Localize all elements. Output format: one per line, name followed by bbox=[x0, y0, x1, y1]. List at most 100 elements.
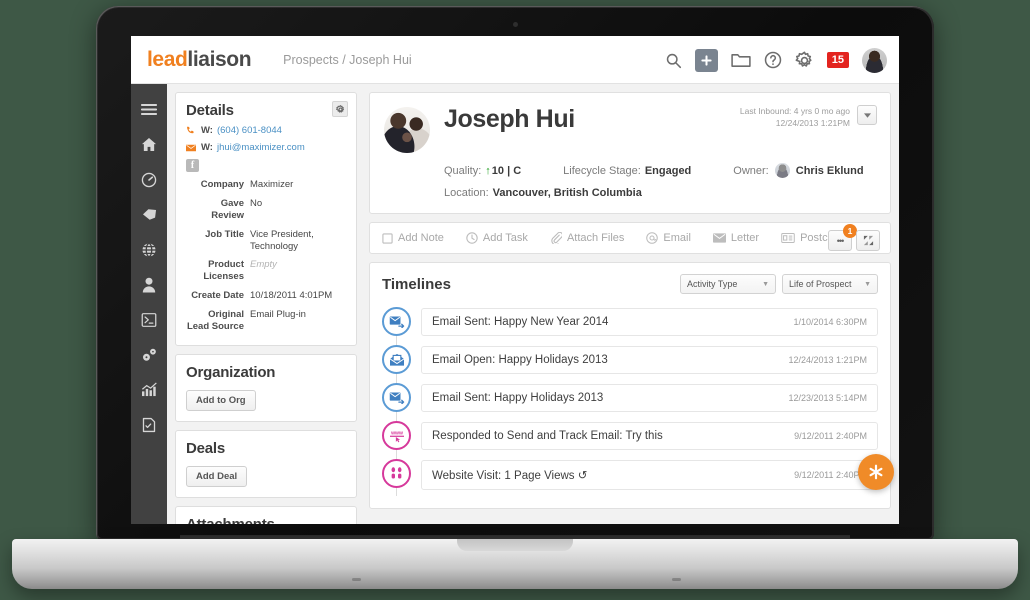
help-icon[interactable] bbox=[764, 51, 782, 69]
hamburger-menu-icon[interactable] bbox=[131, 92, 167, 127]
timeline-item-time: 1/10/2014 6:30PM bbox=[793, 317, 867, 327]
sparkle-fab-button[interactable] bbox=[858, 454, 894, 490]
detail-field-label: Product Licenses bbox=[203, 259, 244, 283]
timeline-item[interactable]: Website Visit: 1 Page Views ↺ 9/12/2011 … bbox=[382, 459, 878, 490]
letter-button[interactable]: Letter bbox=[712, 232, 759, 244]
owner-label: Owner: bbox=[733, 164, 769, 177]
activity-type-select[interactable]: Activity Type ▼ bbox=[680, 274, 776, 294]
detail-field-value: No bbox=[250, 197, 263, 209]
envelope-icon bbox=[186, 144, 197, 152]
details-settings-gear-icon[interactable] bbox=[332, 101, 348, 117]
add-button[interactable] bbox=[694, 48, 718, 72]
timelines-panel: Timelines Activity Type ▼ Life of Prospe… bbox=[369, 262, 894, 509]
more-options-button[interactable]: ••• 1 bbox=[828, 224, 857, 251]
logo-lead-text: lead bbox=[147, 47, 188, 71]
search-icon[interactable] bbox=[665, 52, 682, 69]
add-task-label: Add Task bbox=[482, 232, 528, 244]
sidebar-item-automation[interactable] bbox=[131, 302, 167, 337]
email-open-icon bbox=[382, 345, 411, 374]
clock-icon bbox=[466, 232, 478, 244]
notification-badge[interactable]: 15 bbox=[826, 52, 849, 68]
web-click-icon: www bbox=[382, 421, 411, 450]
collapse-arrows-icon[interactable] bbox=[856, 230, 880, 251]
last-inbound-label: Last Inbound: 4 yrs 0 mo ago bbox=[739, 106, 850, 116]
sidebar-item-settings[interactable] bbox=[131, 337, 167, 372]
sidebar-item-web[interactable] bbox=[131, 232, 167, 267]
header-icon-group: 15 bbox=[665, 36, 887, 84]
email-button[interactable]: Email bbox=[646, 232, 691, 244]
add-task-button[interactable]: Add Task bbox=[466, 232, 528, 244]
laptop-foot-left bbox=[352, 578, 361, 581]
timeline-item[interactable]: Email Open: Happy Holidays 2013 12/24/20… bbox=[382, 345, 878, 374]
chevron-down-icon: ▼ bbox=[762, 280, 769, 288]
main-content: Joseph Hui Last Inbound: 4 yrs 0 mo ago … bbox=[363, 84, 899, 524]
more-options-badge: 1 bbox=[843, 224, 857, 238]
phone-value[interactable]: (604) 601-8044 bbox=[217, 125, 282, 136]
detail-field: Create Date 10/18/2011 4:01PM bbox=[186, 290, 346, 302]
timelines-title: Timelines bbox=[382, 275, 451, 293]
sidebar-item-tags[interactable] bbox=[131, 197, 167, 232]
email-value[interactable]: jhui@maximizer.com bbox=[217, 142, 305, 153]
details-sidebar: Details W: (604) 601-8044 W: jhui@maximi… bbox=[167, 84, 363, 524]
quality-label: Quality: bbox=[444, 164, 482, 177]
owner-avatar bbox=[774, 163, 790, 178]
detail-field: Product Licenses Empty bbox=[186, 259, 346, 283]
chevron-down-icon[interactable] bbox=[857, 105, 877, 125]
gear-icon[interactable] bbox=[795, 51, 814, 70]
lifecycle-label: Lifecycle Stage: bbox=[563, 164, 641, 177]
lifecycle-value: Engaged bbox=[644, 164, 692, 177]
last-inbound-info: Last Inbound: 4 yrs 0 mo ago 12/24/2013 … bbox=[740, 105, 850, 130]
detail-field-label: Original Lead Source bbox=[186, 309, 244, 332]
timelines-filters: Activity Type ▼ Life of Prospect ▼ bbox=[680, 274, 878, 294]
timeline-item-time: 12/24/2013 1:21PM bbox=[788, 355, 867, 365]
sidebar-item-reports[interactable] bbox=[131, 372, 167, 407]
attach-files-label: Attach Files bbox=[566, 232, 625, 244]
timeline-item-time: 12/23/2013 5:14PM bbox=[788, 393, 867, 403]
sidebar-item-documents[interactable] bbox=[131, 407, 167, 442]
attach-files-button[interactable]: Attach Files bbox=[550, 232, 624, 244]
add-note-button[interactable]: Add Note bbox=[382, 232, 444, 244]
owner-value[interactable]: Chris Eklund bbox=[796, 165, 864, 177]
detail-field-value: Empty bbox=[250, 259, 277, 271]
detail-field: Company Maximizer bbox=[186, 179, 346, 191]
folder-icon[interactable] bbox=[731, 52, 751, 68]
timeline-item[interactable]: www Responded to Send and Track Email: T… bbox=[382, 421, 878, 450]
application-screen: leadliaison Prospects / Joseph Hui 15 De… bbox=[131, 36, 899, 524]
timelines-header: Timelines Activity Type ▼ Life of Prospe… bbox=[382, 274, 878, 294]
postcard-icon bbox=[781, 233, 795, 243]
detail-field-value: 10/18/2011 4:01PM bbox=[250, 290, 333, 302]
timeline-item-body: Website Visit: 1 Page Views ↺ 9/12/2011 … bbox=[421, 460, 878, 490]
more-options-label: ••• bbox=[836, 235, 845, 246]
quality-up-arrow-icon: ↑ bbox=[485, 164, 491, 177]
sidebar-rail bbox=[131, 84, 167, 524]
sidebar-item-home[interactable] bbox=[131, 127, 167, 162]
facebook-icon[interactable]: f bbox=[186, 159, 199, 172]
contact-photo bbox=[384, 107, 430, 153]
meta-row-location: Location: Vancouver, British Columbia bbox=[444, 187, 876, 199]
add-to-org-button[interactable]: Add to Org bbox=[186, 389, 256, 411]
timeline-item[interactable]: Email Sent: Happy Holidays 2013 12/23/20… bbox=[382, 383, 878, 412]
phone-label: W: bbox=[201, 125, 213, 136]
timeline-item-text: Email Sent: Happy New Year 2014 bbox=[432, 316, 609, 328]
add-deal-button[interactable]: Add Deal bbox=[186, 465, 248, 487]
detail-field: Job Title Vice President, Technology bbox=[186, 229, 346, 253]
timeline-item-body: Responded to Send and Track Email: Try t… bbox=[421, 422, 878, 450]
detail-field-value: Vice President, Technology bbox=[250, 228, 314, 252]
timeline-item[interactable]: Email Sent: Happy New Year 2014 1/10/201… bbox=[382, 307, 878, 336]
email-sent-icon bbox=[382, 307, 411, 336]
email-row: W: jhui@maximizer.com bbox=[186, 142, 346, 153]
chevron-down-icon: ▼ bbox=[864, 280, 871, 288]
breadcrumb[interactable]: Prospects / Joseph Hui bbox=[283, 53, 412, 67]
contact-meta: Quality: ↑ 10 | C Lifecycle Stage: Engag… bbox=[444, 163, 876, 199]
app-logo[interactable]: leadliaison bbox=[147, 47, 252, 72]
period-select[interactable]: Life of Prospect ▼ bbox=[782, 274, 878, 294]
sidebar-item-prospects[interactable] bbox=[131, 267, 167, 302]
phone-row: W: (604) 601-8044 bbox=[186, 125, 346, 136]
sidebar-item-dashboard[interactable] bbox=[131, 162, 167, 197]
laptop-foot-right bbox=[672, 578, 681, 581]
app-body: Details W: (604) 601-8044 W: jhui@maximi… bbox=[131, 84, 899, 524]
detail-field-label: Create Date bbox=[191, 290, 244, 302]
avatar[interactable] bbox=[862, 47, 887, 73]
webcam-dot bbox=[512, 22, 518, 27]
activity-type-value: Activity Type bbox=[687, 279, 738, 289]
